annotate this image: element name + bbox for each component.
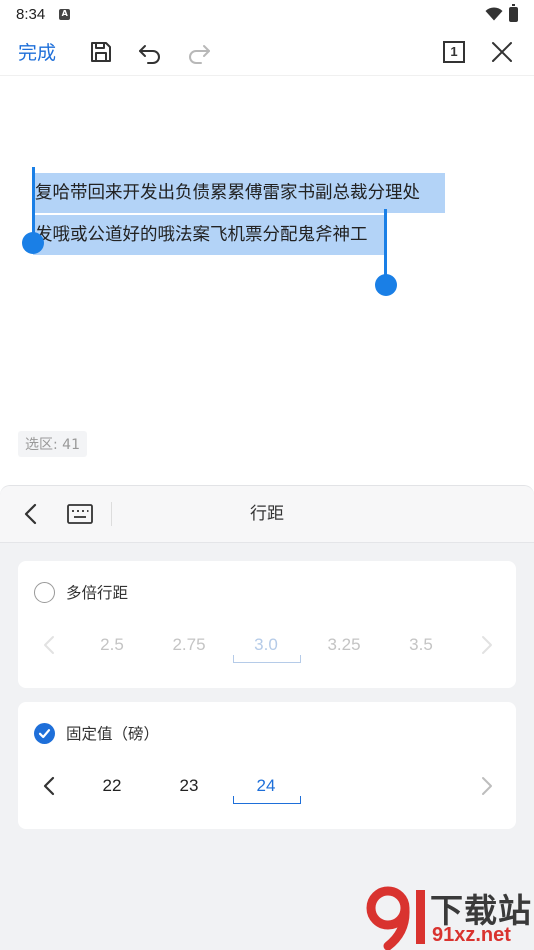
multiple-value[interactable]: 3.5	[388, 625, 454, 665]
selected-text-line-2[interactable]: 发哦或公道好的哦法案飞机票分配鬼斧神工	[33, 215, 387, 255]
header-divider	[111, 502, 112, 526]
line-spacing-panel: 行距 多倍行距 2.5 2.75 3.0 3.25 3.5 固定值（磅） 22 …	[0, 485, 534, 950]
site-watermark: 下载站 91xz.net	[362, 884, 534, 950]
notification-icon: A	[59, 8, 71, 20]
page-indicator-number: 1	[450, 44, 458, 59]
multiple-next-chevron-icon[interactable]	[474, 633, 498, 657]
keyboard-icon[interactable]	[66, 502, 94, 526]
multiple-spacing-radio[interactable]	[34, 581, 55, 603]
multiple-spacing-picker[interactable]: 2.5 2.75 3.0 3.25 3.5	[18, 625, 516, 665]
fixed-spacing-checkbox[interactable]	[34, 722, 55, 744]
save-icon[interactable]	[87, 38, 115, 66]
watermark-text-url: 91xz.net	[432, 924, 511, 946]
multiple-spacing-label: 多倍行距	[66, 584, 129, 602]
multiple-prev-chevron-icon[interactable]	[38, 633, 62, 657]
panel-header: 行距	[0, 486, 534, 543]
fixed-value[interactable]: 22	[79, 766, 145, 806]
multiple-value[interactable]: 2.75	[156, 625, 222, 665]
multiple-value[interactable]: 2.5	[79, 625, 145, 665]
done-button[interactable]: 完成	[18, 38, 56, 65]
selection-count-badge: 选区: 41	[18, 431, 87, 457]
selection-start-handle[interactable]	[22, 232, 44, 254]
fixed-spacing-card: 固定值（磅） 22 23 24	[18, 702, 516, 829]
fixed-spacing-picker[interactable]: 22 23 24	[18, 766, 516, 806]
wifi-icon	[485, 7, 503, 21]
redo-icon[interactable]	[185, 38, 213, 66]
multiple-spacing-option[interactable]: 多倍行距	[34, 581, 128, 603]
multiple-value[interactable]: 3.25	[311, 625, 377, 665]
fixed-value[interactable]: 23	[156, 766, 222, 806]
undo-icon[interactable]	[136, 38, 164, 66]
fixed-spacing-option[interactable]: 固定值（磅）	[34, 722, 159, 744]
fixed-prev-chevron-icon[interactable]	[38, 774, 62, 798]
editor-toolbar: 完成 1	[0, 28, 534, 76]
fixed-next-chevron-icon[interactable]	[474, 774, 498, 798]
checkmark-icon	[38, 728, 51, 738]
fixed-value-selected[interactable]: 24	[233, 766, 301, 806]
fixed-spacing-label: 固定值（磅）	[66, 725, 160, 743]
back-chevron-icon[interactable]	[18, 501, 44, 527]
multiple-spacing-card: 多倍行距 2.5 2.75 3.0 3.25 3.5	[18, 561, 516, 688]
status-time: 8:34	[16, 5, 46, 23]
selection-end-handle[interactable]	[375, 274, 397, 296]
battery-icon	[509, 3, 518, 22]
selected-text-line-1[interactable]: 复哈带回来开发出负债累累傅雷家书副总裁分理处	[33, 173, 445, 213]
document-editor[interactable]: 复哈带回来开发出负债累累傅雷家书副总裁分理处 发哦或公道好的哦法案飞机票分配鬼斧…	[0, 77, 534, 485]
watermark-logo-icon	[366, 886, 425, 950]
multiple-value-selected[interactable]: 3.0	[233, 625, 301, 665]
status-bar: 8:34 A	[0, 0, 534, 28]
close-icon[interactable]	[488, 38, 516, 66]
